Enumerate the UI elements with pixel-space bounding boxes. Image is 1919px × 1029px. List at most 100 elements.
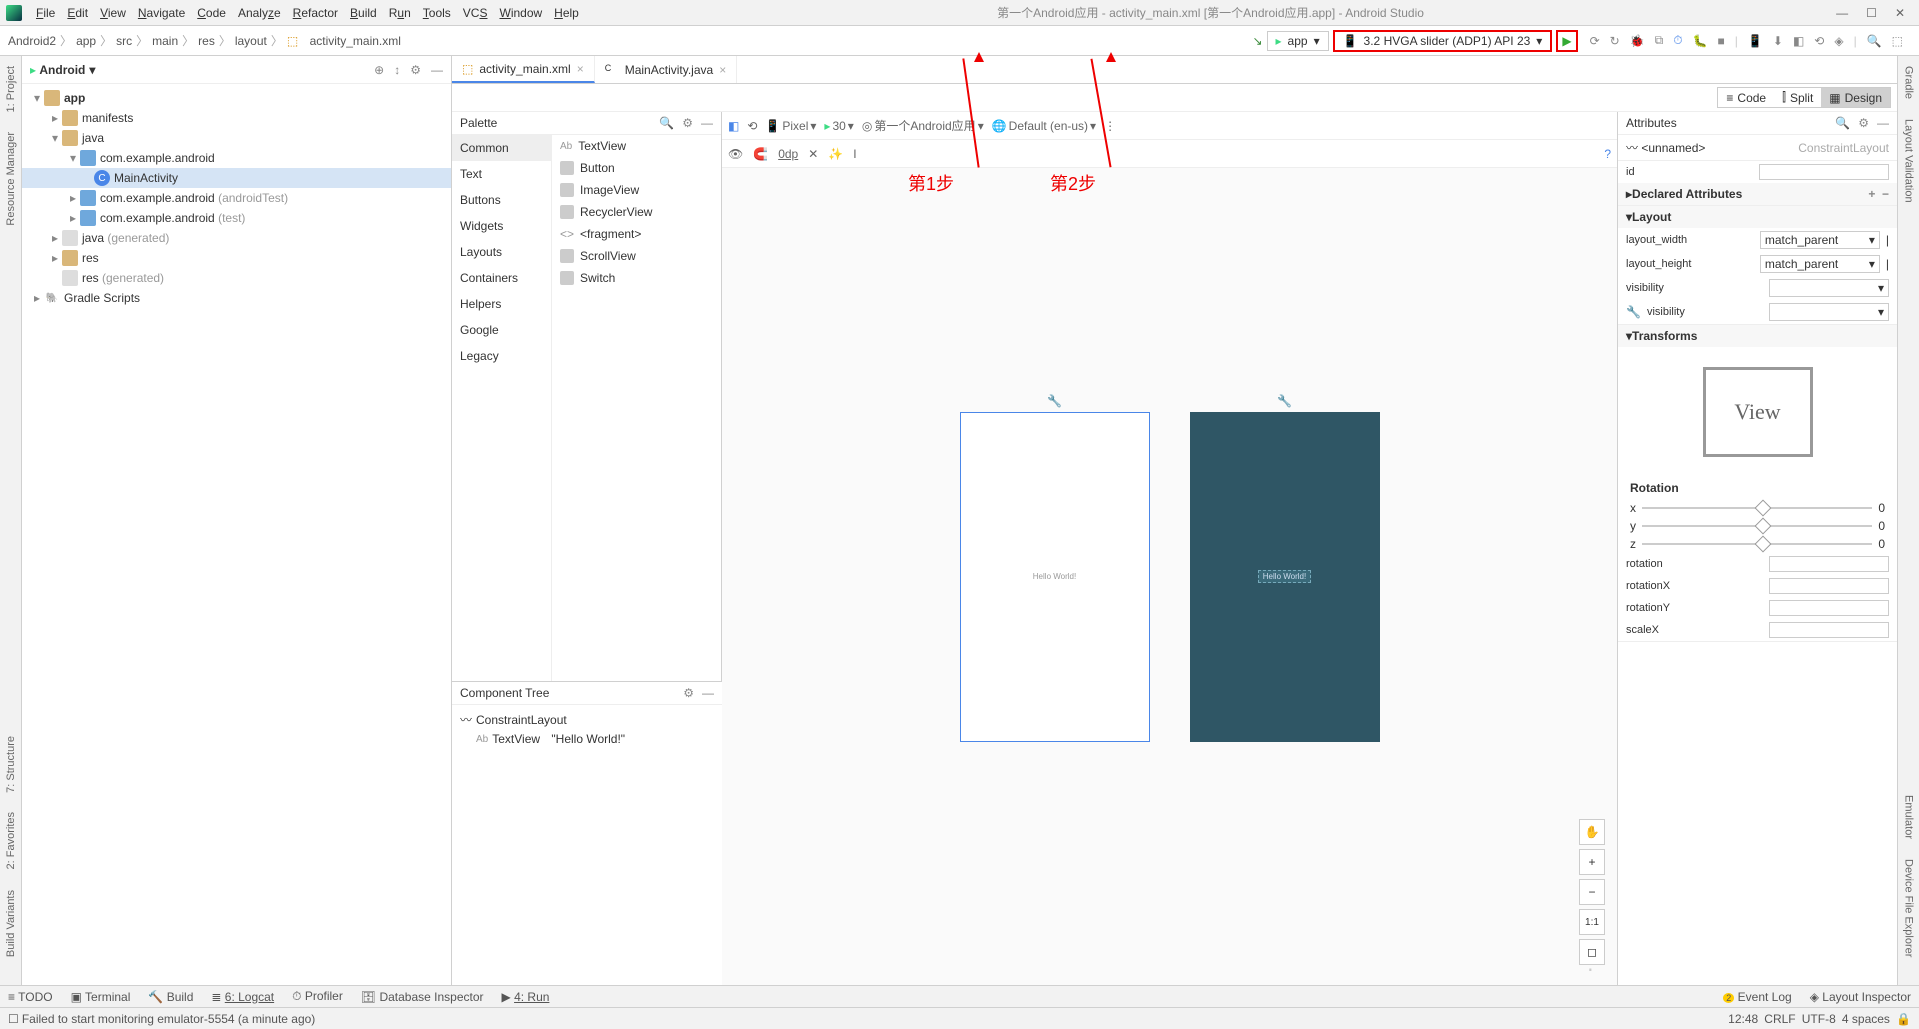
device-selector[interactable]: 📱3.2 HVGA slider (ADP1) API 23▾ (1333, 30, 1553, 52)
tool-logcat[interactable]: ≣ 6: Logcat (211, 990, 274, 1004)
tool-db-inspector[interactable]: 🗄 Database Inspector (361, 990, 484, 1004)
project-tree[interactable]: ▾app ▸manifests ▾java ▾com.example.andro… (22, 84, 451, 985)
overflow-icon[interactable]: ⋮ (1104, 119, 1116, 133)
search-icon[interactable]: 🔍 (1835, 116, 1850, 130)
gutter-emulator[interactable]: Emulator (1903, 795, 1915, 839)
rot-z-slider[interactable] (1642, 543, 1872, 545)
gutter-favorites[interactable]: 2: Favorites (5, 812, 17, 869)
tree-java-gen[interactable]: java (82, 231, 104, 245)
palette-cat-layouts[interactable]: Layouts (452, 239, 551, 265)
tree-manifests[interactable]: manifests (82, 111, 133, 125)
palette-cat-google[interactable]: Google (452, 317, 551, 343)
tool-build[interactable]: 🔨 Build (148, 990, 193, 1004)
menu-edit[interactable]: Edit (61, 6, 94, 20)
attr-id-input[interactable] (1759, 164, 1889, 180)
menu-build[interactable]: Build (344, 6, 383, 20)
menu-help[interactable]: Help (548, 6, 585, 20)
attr-rotationy[interactable] (1769, 600, 1889, 616)
comptree-textview[interactable]: AbTextView "Hello World!" (456, 730, 718, 748)
search-icon[interactable]: 🔍 (1867, 34, 1882, 48)
tree-pkg1[interactable]: com.example.android (100, 151, 215, 165)
palette-cat-widgets[interactable]: Widgets (452, 213, 551, 239)
coverage-icon[interactable]: ⧉ (1655, 33, 1664, 48)
resource-manager-icon[interactable]: ◧ (1793, 34, 1804, 48)
close-button[interactable]: ✕ (1895, 6, 1905, 20)
gutter-build-variants[interactable]: Build Variants (5, 890, 17, 957)
menu-code[interactable]: Code (191, 6, 232, 20)
menu-run[interactable]: Run (383, 6, 417, 20)
viewmode-code[interactable]: ≡ Code (1718, 88, 1774, 107)
attr-layout-height[interactable]: match_parent▾ (1760, 255, 1880, 273)
sdk-manager-icon[interactable]: ⬇ (1773, 34, 1783, 48)
palette-cat-containers[interactable]: Containers (452, 265, 551, 291)
maximize-button[interactable]: ☐ (1866, 6, 1877, 20)
gear-icon[interactable]: ⚙ (682, 116, 693, 130)
gear-icon[interactable]: ⚙ (1858, 116, 1869, 130)
tree-res-gen[interactable]: res (82, 271, 99, 285)
status-indent[interactable]: 4 spaces (1842, 1012, 1890, 1026)
menu-navigate[interactable]: Navigate (132, 6, 191, 20)
device-picker[interactable]: 📱 Pixel ▾ (765, 119, 816, 133)
tree-res[interactable]: res (82, 251, 99, 265)
guidelines-icon[interactable]: I (853, 147, 856, 161)
rot-y-slider[interactable] (1642, 525, 1872, 527)
status-encoding[interactable]: UTF-8 (1802, 1012, 1836, 1026)
palette-item-recyclerview[interactable]: RecyclerView (552, 201, 721, 223)
status-lineend[interactable]: CRLF (1764, 1012, 1795, 1026)
search-icon[interactable]: 🔍 (659, 116, 674, 130)
menu-analyze[interactable]: Analyze (232, 6, 287, 20)
section-layout[interactable]: ▾ Layout (1618, 206, 1897, 228)
attr-rotation[interactable] (1769, 556, 1889, 572)
magnet-icon[interactable]: 🧲 (753, 147, 768, 161)
gutter-device-file-explorer[interactable]: Device File Explorer (1903, 859, 1915, 957)
infer-constraints-icon[interactable]: ✨ (828, 147, 843, 161)
palette-cat-text[interactable]: Text (452, 161, 551, 187)
scroll-from-source-icon[interactable]: ⊕ (374, 63, 384, 77)
tool-event-log[interactable]: 2 Event Log (1723, 990, 1791, 1004)
clear-constraints-icon[interactable]: ✕ (808, 147, 818, 161)
tool-todo[interactable]: ≡ TODO (8, 990, 53, 1004)
palette-item-fragment[interactable]: <><fragment> (552, 223, 721, 245)
zoom-actual-button[interactable]: ◻ (1579, 939, 1605, 965)
sync-icon[interactable]: ⟲ (1814, 34, 1824, 48)
surface-icon[interactable]: ◧ (728, 119, 739, 133)
avd-manager-icon[interactable]: 📱 (1748, 34, 1763, 48)
menu-view[interactable]: View (94, 6, 132, 20)
default-margin[interactable]: 0dp (778, 147, 798, 161)
attr-tools-visibility[interactable]: ▾ (1769, 303, 1889, 321)
hide-icon[interactable]: — (702, 686, 714, 700)
attach-debugger-icon[interactable]: 🐛 (1693, 34, 1708, 48)
orientation-icon[interactable]: ⟲ (747, 119, 757, 133)
menu-tools[interactable]: Tools (417, 6, 457, 20)
tree-java[interactable]: java (82, 131, 104, 145)
project-view-selector[interactable]: Android ▾ (39, 63, 95, 77)
palette-item-switch[interactable]: Switch (552, 267, 721, 289)
hide-icon[interactable]: — (431, 63, 443, 77)
help-icon[interactable]: ? (1604, 147, 1611, 161)
restart-activity-icon[interactable]: ↻ (1610, 34, 1620, 48)
close-icon[interactable]: × (719, 63, 726, 77)
gear-icon[interactable]: ⚙ (683, 686, 694, 700)
rot-x-slider[interactable] (1642, 507, 1872, 509)
apply-changes-icon[interactable]: ⟳ (1590, 34, 1600, 48)
gutter-layout-validation[interactable]: Layout Validation (1903, 119, 1915, 203)
eye-icon[interactable]: 👁 (728, 147, 743, 161)
zoom-out-button[interactable]: − (1579, 879, 1605, 905)
tool-terminal[interactable]: ▣ Terminal (71, 990, 131, 1004)
comptree-root[interactable]: 〰ConstraintLayout (456, 709, 718, 730)
menu-refactor[interactable]: Refactor (287, 6, 344, 20)
gutter-resource-manager[interactable]: Resource Manager (5, 132, 17, 226)
tree-mainactivity[interactable]: MainActivity (114, 171, 178, 185)
gutter-project[interactable]: 1: Project (5, 66, 17, 112)
menu-vcs[interactable]: VCS (457, 6, 494, 20)
viewmode-split[interactable]: ⫿ Split (1774, 88, 1821, 107)
palette-item-textview[interactable]: AbTextView (552, 135, 721, 157)
palette-item-imageview[interactable]: ImageView (552, 179, 721, 201)
tree-pkg2[interactable]: com.example.android (100, 191, 215, 205)
gutter-structure[interactable]: 7: Structure (5, 736, 17, 793)
lock-icon[interactable]: 🔒 (1896, 1012, 1911, 1026)
gear-icon[interactable]: ⚙ (410, 63, 421, 77)
hammer-icon[interactable]: ↘ (1252, 34, 1262, 48)
tab-activity-main[interactable]: ⬚activity_main.xml× (452, 56, 595, 83)
design-preview[interactable]: Hello World! (960, 412, 1150, 742)
